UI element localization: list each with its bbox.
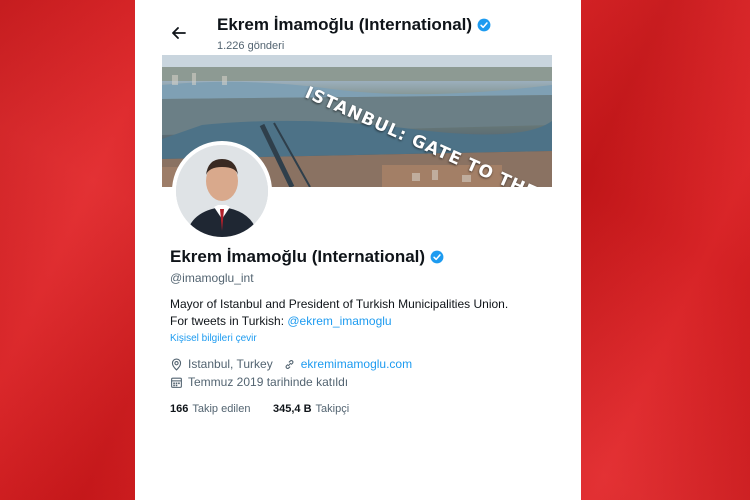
translate-bio-link[interactable]: Kişisel bilgileri çevir [170, 333, 257, 344]
profile-meta-row: Istanbul, Turkey ekremimamoglu.com [170, 356, 412, 372]
location-icon [171, 358, 182, 371]
profile-name-row: Ekrem İmamoğlu (International) [170, 247, 444, 267]
back-button[interactable] [168, 22, 190, 44]
bio-line-2: For tweets in Turkish: @ekrem_imamoglu [170, 314, 392, 328]
followers-label: Takipçi [315, 403, 350, 415]
link-icon [285, 359, 294, 369]
profile-location: Istanbul, Turkey [188, 357, 273, 371]
verified-badge-icon [430, 250, 444, 264]
profile-photo [176, 145, 268, 237]
post-count: 1.226 gönderi [217, 40, 285, 52]
profile-handle: @imamoglu_int [170, 271, 254, 285]
profile-header: Ekrem İmamoğlu (International) 1.226 gön… [135, 0, 581, 55]
profile-joined-date: Temmuz 2019 tarihinde katıldı [188, 375, 349, 389]
profile-name: Ekrem İmamoğlu (International) [170, 247, 426, 266]
header-title-row: Ekrem İmamoğlu (International) [217, 15, 491, 35]
header-title: Ekrem İmamoğlu (International) [217, 15, 473, 34]
followers-count: 345,4 B [273, 403, 312, 415]
following-count: 166 [170, 403, 189, 415]
following-link[interactable]: 166 Takip edilen [170, 403, 250, 415]
bio-line-2-text: For tweets in Turkish: [170, 314, 288, 328]
followers-link[interactable]: 345,4 B Takipçi [273, 403, 349, 415]
avatar[interactable] [172, 141, 272, 241]
verified-badge-icon [477, 18, 491, 32]
following-label: Takip edilen [192, 403, 251, 415]
profile-joined-row: Temmuz 2019 tarihinde katıldı [170, 374, 348, 390]
bio-line-1: Mayor of Istanbul and President of Turki… [170, 297, 509, 311]
bio-mention-link[interactable]: @ekrem_imamoglu [287, 314, 391, 328]
profile-website-link[interactable]: ekremimamoglu.com [301, 357, 412, 371]
calendar-icon [171, 377, 182, 388]
arrow-left-icon [172, 27, 186, 39]
profile-card: Ekrem İmamoğlu (International) 1.226 gön… [135, 0, 581, 500]
